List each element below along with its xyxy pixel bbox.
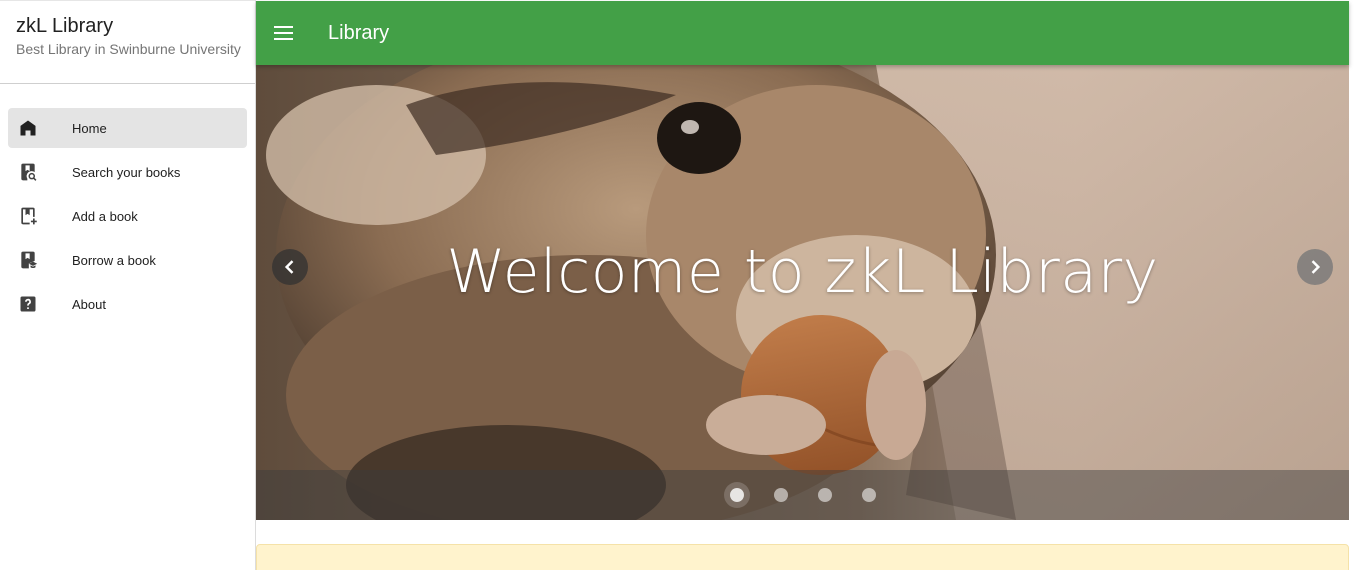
notice-box [256,544,1349,570]
image-carousel: Welcome to zkL Library [256,65,1349,520]
app-bar: Library [256,1,1349,65]
home-icon [18,118,38,138]
page-title: Library [328,22,390,44]
sidebar-item-label: Search your books [72,164,181,180]
drawer-header: zkL Library Best Library in Swinburne Un… [0,1,255,84]
menu-icon [274,26,293,28]
sidebar-item-add-book[interactable]: Add a book [8,196,247,236]
book-search-icon [18,162,38,182]
help-box-icon [18,294,38,314]
sidebar-item-label: Borrow a book [72,252,156,268]
slide-indicator-3[interactable] [818,488,832,502]
app-title: zkL Library [16,15,114,37]
nav-list: Home Search your books Add a book Borrow… [0,84,255,324]
scrollbar-gutter [1349,0,1366,570]
slide-title: Welcome to zkL Library [446,237,1159,307]
sidebar-item-home[interactable]: Home [8,108,247,148]
sidebar-item-label: Add a book [72,208,138,224]
slide-indicator-1[interactable] [730,488,744,502]
chevron-right-icon [1311,260,1321,274]
book-education-icon [18,250,38,270]
previous-slide-button[interactable] [272,249,308,285]
slide-indicator-4[interactable] [862,488,876,502]
chevron-left-icon [284,260,294,274]
sidebar-item-borrow-book[interactable]: Borrow a book [8,240,247,280]
slide-indicator-2[interactable] [774,488,788,502]
menu-button[interactable] [272,21,296,45]
carousel-indicators [256,470,1349,520]
next-slide-button[interactable] [1297,249,1333,285]
navigation-drawer: zkL Library Best Library in Swinburne Un… [0,0,256,570]
book-plus-icon [18,206,38,226]
app-root: zkL Library Best Library in Swinburne Un… [0,0,1366,570]
sidebar-item-label: About [72,296,106,312]
sidebar-item-label: Home [72,120,107,136]
sidebar-item-about[interactable]: About [8,284,247,324]
app-subtitle: Best Library in Swinburne University [16,41,241,57]
sidebar-item-search-books[interactable]: Search your books [8,152,247,192]
